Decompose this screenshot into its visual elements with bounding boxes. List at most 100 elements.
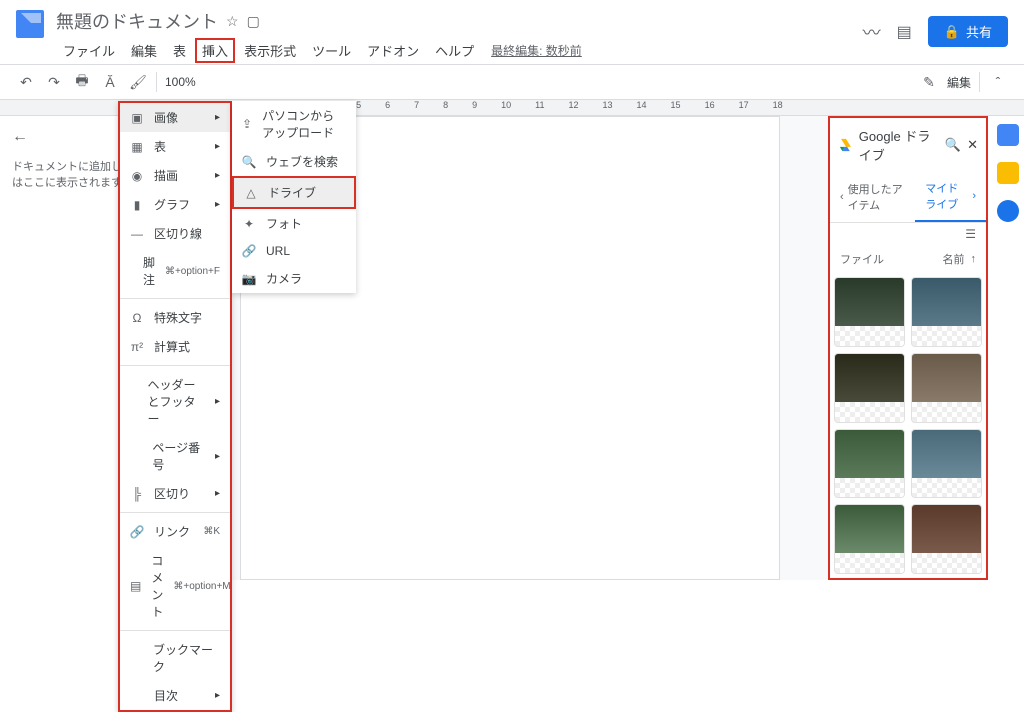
menu-addons[interactable]: アドオン	[360, 38, 426, 63]
pencil-icon[interactable]: ✎	[919, 72, 939, 92]
insert-equation[interactable]: π²計算式	[120, 332, 230, 361]
image-submenu: ⇪パソコンからアップロード 🔍ウェブを検索 △ドライブ ✦フォト 🔗URL 📷カ…	[232, 101, 356, 293]
insert-footnote[interactable]: 脚注⌘+option+F	[120, 248, 230, 294]
sub-drive[interactable]: △ドライブ	[232, 176, 356, 209]
sub-photos[interactable]: ✦フォト	[232, 209, 356, 238]
drive-file[interactable]: HOK_8...	[834, 353, 905, 423]
tasks-icon[interactable]	[997, 200, 1019, 222]
menu-insert[interactable]: 挿入	[195, 38, 235, 63]
insert-hr[interactable]: —区切り線	[120, 219, 230, 248]
menu-file[interactable]: ファイル	[56, 38, 122, 63]
drive-file[interactable]: HOK_8...	[834, 429, 905, 499]
keep-icon[interactable]	[997, 162, 1019, 184]
toolbar: ↶ ↷ 🖶 Ă 🖌 100% ✎ 編集 ˆ ▣画像 ▦表 ◉描画 ▮グラフ —区…	[0, 64, 1024, 100]
drawing-icon: ◉	[130, 169, 144, 183]
star-icon[interactable]: ☆	[226, 13, 239, 30]
comment-icon: ▤	[130, 579, 141, 593]
menu-tools[interactable]: ツール	[305, 38, 358, 63]
chevron-up-icon[interactable]: ˆ	[988, 72, 1008, 92]
comments-icon[interactable]: ▤	[897, 22, 912, 42]
sub-upload[interactable]: ⇪パソコンからアップロード	[232, 101, 356, 147]
header-right: 〰 ▤ 🔒 共有	[863, 16, 1008, 47]
insert-header-footer[interactable]: ヘッダーとフッター	[120, 370, 230, 433]
file-thumb	[912, 430, 981, 478]
menu-format[interactable]: 表示形式	[237, 38, 303, 63]
table-icon: ▦	[130, 140, 144, 154]
drive-header: Google ドライブ 🔍 ✕	[830, 118, 986, 172]
sort-file[interactable]: ファイル	[840, 251, 884, 267]
file-thumb-transparent	[912, 326, 981, 346]
insert-drawing[interactable]: ◉描画	[120, 161, 230, 190]
drive-file[interactable]: HOK_8...	[834, 277, 905, 347]
drive-file[interactable]: HOK_8...	[911, 277, 982, 347]
drive-file[interactable]: HOK_8...	[911, 353, 982, 423]
spellcheck-icon[interactable]: Ă	[100, 72, 120, 92]
drive-panel: Google ドライブ 🔍 ✕ ‹使用したアイテム マイドライブ› ☰ ファイル…	[828, 116, 988, 580]
activity-icon[interactable]: 〰	[863, 19, 881, 45]
link-icon: 🔗	[242, 244, 256, 258]
print-icon[interactable]: 🖶	[72, 72, 92, 92]
sort-name[interactable]: 名前↑	[943, 251, 977, 267]
editing-mode[interactable]: 編集	[947, 74, 971, 91]
insert-toc[interactable]: 目次	[120, 681, 230, 710]
link-icon: 🔗	[130, 525, 144, 539]
share-button[interactable]: 🔒 共有	[928, 16, 1008, 47]
special-char-icon: Ω	[130, 311, 144, 325]
insert-bookmark[interactable]: ブックマーク	[120, 635, 230, 681]
file-label: HOK_8...	[912, 346, 981, 347]
file-thumb	[835, 505, 904, 553]
separator	[120, 365, 230, 366]
undo-icon[interactable]: ↶	[16, 72, 36, 92]
menu-help[interactable]: ヘルプ	[428, 38, 481, 63]
header: 無題のドキュメント ☆ ▢ ファイル 編集 表 挿入 表示形式 ツール アドオン…	[0, 0, 1024, 64]
insert-chart[interactable]: ▮グラフ	[120, 190, 230, 219]
docs-logo[interactable]	[16, 10, 44, 38]
doc-title[interactable]: 無題のドキュメント	[56, 8, 218, 34]
file-label: HOK_8...	[912, 498, 981, 499]
insert-link[interactable]: 🔗リンク⌘K	[120, 517, 230, 546]
drive-grid[interactable]: HOK_8...HOK_8...HOK_8...HOK_8...HOK_8...…	[830, 273, 986, 578]
drive-sort: ファイル 名前↑	[830, 245, 986, 273]
share-label: 共有	[966, 22, 992, 41]
break-icon: ╠	[130, 487, 144, 501]
drive-icon: △	[244, 186, 258, 200]
drive-file[interactable]: イベ...	[834, 504, 905, 574]
camera-icon: 📷	[242, 272, 256, 286]
chevron-right-icon: ›	[972, 190, 976, 202]
insert-break[interactable]: ╠区切り	[120, 479, 230, 508]
paint-format-icon[interactable]: 🖌	[128, 72, 148, 92]
sub-search[interactable]: 🔍ウェブを検索	[232, 147, 356, 176]
file-thumb-transparent	[912, 402, 981, 422]
drive-file[interactable]: HOK_8...	[911, 429, 982, 499]
calendar-icon[interactable]	[997, 124, 1019, 146]
tab-mydrive[interactable]: マイドライブ›	[915, 172, 986, 222]
drive-file[interactable]: セカン...	[911, 504, 982, 574]
insert-table[interactable]: ▦表	[120, 132, 230, 161]
menu-view[interactable]: 表	[166, 38, 193, 63]
zoom-select[interactable]: 100%	[165, 75, 196, 89]
separator	[120, 512, 230, 513]
sub-camera[interactable]: 📷カメラ	[232, 264, 356, 293]
lock-icon: 🔒	[944, 24, 960, 40]
search-icon[interactable]: 🔍	[945, 137, 961, 153]
view-toggle[interactable]: ☰	[830, 223, 986, 245]
upload-icon: ⇪	[242, 117, 252, 131]
file-thumb	[912, 278, 981, 326]
insert-page-number[interactable]: ページ番号	[120, 433, 230, 479]
menu-edit[interactable]: 編集	[124, 38, 164, 63]
separator	[156, 72, 157, 92]
file-thumb	[912, 354, 981, 402]
separator	[120, 630, 230, 631]
close-icon[interactable]: ✕	[967, 137, 978, 153]
last-edit[interactable]: 最終編集: 数秒前	[491, 42, 582, 59]
move-icon[interactable]: ▢	[247, 13, 260, 30]
photos-icon: ✦	[242, 217, 256, 231]
file-label: セカン...	[912, 573, 981, 574]
tab-recent[interactable]: ‹使用したアイテム	[830, 172, 915, 222]
insert-comment[interactable]: ▤コメント⌘+option+M	[120, 546, 230, 626]
insert-special[interactable]: Ω特殊文字	[120, 303, 230, 332]
redo-icon[interactable]: ↷	[44, 72, 64, 92]
insert-image[interactable]: ▣画像	[120, 103, 230, 132]
search-icon: 🔍	[242, 155, 256, 169]
sub-url[interactable]: 🔗URL	[232, 238, 356, 264]
